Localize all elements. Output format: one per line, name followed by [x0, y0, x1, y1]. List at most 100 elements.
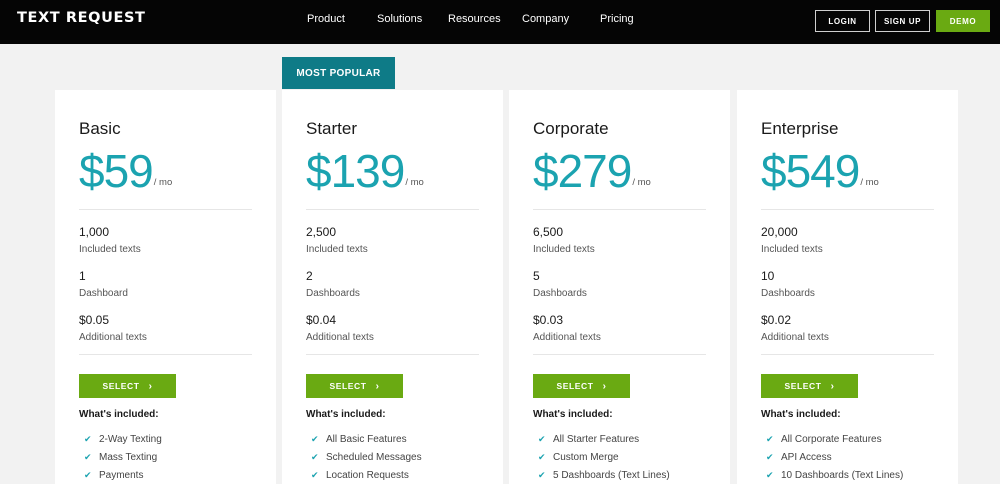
feature-label: 10 Dashboards (Text Lines) — [781, 469, 904, 481]
pricing-card-corporate: Corporate $279 / mo 6,500 Included texts… — [509, 90, 730, 484]
whats-included-heading: What's included: — [533, 409, 613, 420]
plan-name: Corporate — [533, 119, 609, 138]
chevron-right-icon: › — [602, 380, 607, 392]
pricing-card-starter: Starter $139 / mo 2,500 Included texts 2… — [282, 90, 503, 484]
feature-label: Custom Merge — [553, 451, 619, 463]
feature-item: ✔ Mass Texting — [79, 448, 162, 466]
select-label: SELECT — [784, 381, 822, 391]
plan-name: Starter — [306, 119, 358, 138]
nav-product[interactable]: Product — [307, 13, 345, 25]
divider — [761, 354, 934, 355]
feature-item: ✔ API Access — [761, 448, 903, 466]
price-block: $139 / mo — [306, 145, 424, 197]
feature-label: Location Requests — [326, 469, 409, 481]
select-button[interactable]: SELECT › — [533, 374, 630, 398]
whats-included-heading: What's included: — [306, 409, 386, 420]
divider — [533, 209, 706, 210]
plan-name: Enterprise — [761, 119, 839, 138]
feature-label: API Access — [781, 451, 832, 463]
price-block: $59 / mo — [79, 145, 172, 197]
feature-item: ✔ All Corporate Features — [761, 430, 903, 448]
additional-texts-value: $0.02 — [761, 313, 792, 327]
divider — [533, 354, 706, 355]
plan-name: Basic — [79, 119, 121, 138]
dashboards-label: Dashboards — [533, 288, 587, 299]
check-icon: ✔ — [311, 451, 319, 462]
feature-label: All Basic Features — [326, 433, 407, 445]
dashboards-value: 10 — [761, 269, 775, 283]
divider — [79, 209, 252, 210]
feature-label: All Starter Features — [553, 433, 640, 445]
dashboards-label: Dashboard — [79, 288, 128, 299]
price-block: $549 / mo — [761, 145, 879, 197]
additional-texts-label: Additional texts — [533, 332, 601, 343]
feature-item: ✔ 10 Dashboards (Text Lines) — [761, 466, 903, 484]
dashboards-value: 1 — [79, 269, 86, 283]
signup-button[interactable]: SIGN UP — [875, 10, 930, 32]
whats-included-heading: What's included: — [761, 409, 841, 420]
nav-solutions[interactable]: Solutions — [377, 13, 422, 25]
additional-texts-label: Additional texts — [761, 332, 829, 343]
select-button[interactable]: SELECT › — [761, 374, 858, 398]
feature-label: 2-Way Texting — [99, 433, 162, 445]
feature-item: ✔ All Starter Features — [533, 430, 670, 448]
select-button[interactable]: SELECT › — [79, 374, 176, 398]
feature-label: Mass Texting — [99, 451, 158, 463]
included-texts-value: 6,500 — [533, 225, 564, 239]
additional-texts-label: Additional texts — [306, 332, 374, 343]
additional-texts-value: $0.04 — [306, 313, 337, 327]
dashboards-label: Dashboards — [761, 288, 815, 299]
check-icon: ✔ — [311, 433, 319, 444]
included-texts-value: 1,000 — [79, 225, 110, 239]
plan-price: $59 — [79, 145, 154, 197]
select-label: SELECT — [556, 381, 594, 391]
feature-list: ✔ 2-Way Texting ✔ Mass Texting ✔ Payments — [79, 430, 162, 484]
feature-item: ✔ All Basic Features — [306, 430, 422, 448]
check-icon: ✔ — [84, 451, 92, 462]
check-icon: ✔ — [766, 469, 774, 480]
feature-label: All Corporate Features — [781, 433, 882, 445]
plan-price: $279 — [533, 145, 632, 197]
nav-resources[interactable]: Resources — [448, 13, 501, 25]
price-period: / mo — [632, 177, 651, 188]
check-icon: ✔ — [538, 469, 546, 480]
pricing-card-basic: Basic $59 / mo 1,000 Included texts 1 Da… — [55, 90, 276, 484]
select-label: SELECT — [102, 381, 140, 391]
divider — [761, 209, 934, 210]
feature-item: ✔ Payments — [79, 466, 162, 484]
nav-pricing[interactable]: Pricing — [600, 13, 634, 25]
feature-list: ✔ All Starter Features ✔ Custom Merge ✔ 5 Das… — [533, 430, 670, 484]
chevron-right-icon: › — [148, 380, 153, 392]
check-icon: ✔ — [538, 451, 546, 462]
feature-label: Payments — [99, 469, 144, 481]
price-period: / mo — [153, 177, 173, 188]
price-block: $279 / mo — [533, 145, 651, 197]
price-period: / mo — [860, 177, 879, 188]
feature-item: ✔ 2-Way Texting — [79, 430, 162, 448]
demo-button[interactable]: DEMO — [936, 10, 990, 32]
included-texts-label: Included texts — [306, 244, 368, 255]
included-texts-label: Included texts — [533, 244, 595, 255]
login-button[interactable]: LOGIN — [815, 10, 870, 32]
included-texts-label: Included texts — [761, 244, 823, 255]
included-texts-value: 20,000 — [761, 225, 798, 239]
included-texts-label: Included texts — [79, 244, 141, 255]
feature-item: ✔ Location Requests — [306, 466, 422, 484]
additional-texts-value: $0.03 — [533, 313, 564, 327]
plan-price: $139 — [306, 145, 405, 197]
check-icon: ✔ — [766, 433, 774, 444]
feature-item: ✔ 5 Dashboards (Text Lines) — [533, 466, 670, 484]
top-navbar: TEXT REQUEST Product Solutions Resources… — [0, 0, 1000, 44]
most-popular-badge: MOST POPULAR — [282, 57, 395, 89]
dashboards-value: 5 — [533, 269, 540, 283]
whats-included-heading: What's included: — [79, 409, 159, 420]
select-button[interactable]: SELECT › — [306, 374, 403, 398]
dashboards-label: Dashboards — [306, 288, 360, 299]
divider — [79, 354, 252, 355]
feature-label: 5 Dashboards (Text Lines) — [553, 469, 670, 481]
nav-company[interactable]: Company — [522, 13, 569, 25]
feature-list: ✔ All Corporate Features ✔ API Access ✔ 10 Da… — [761, 430, 903, 484]
additional-texts-value: $0.05 — [79, 313, 110, 327]
divider — [306, 354, 479, 355]
logo[interactable]: TEXT REQUEST — [17, 10, 146, 26]
